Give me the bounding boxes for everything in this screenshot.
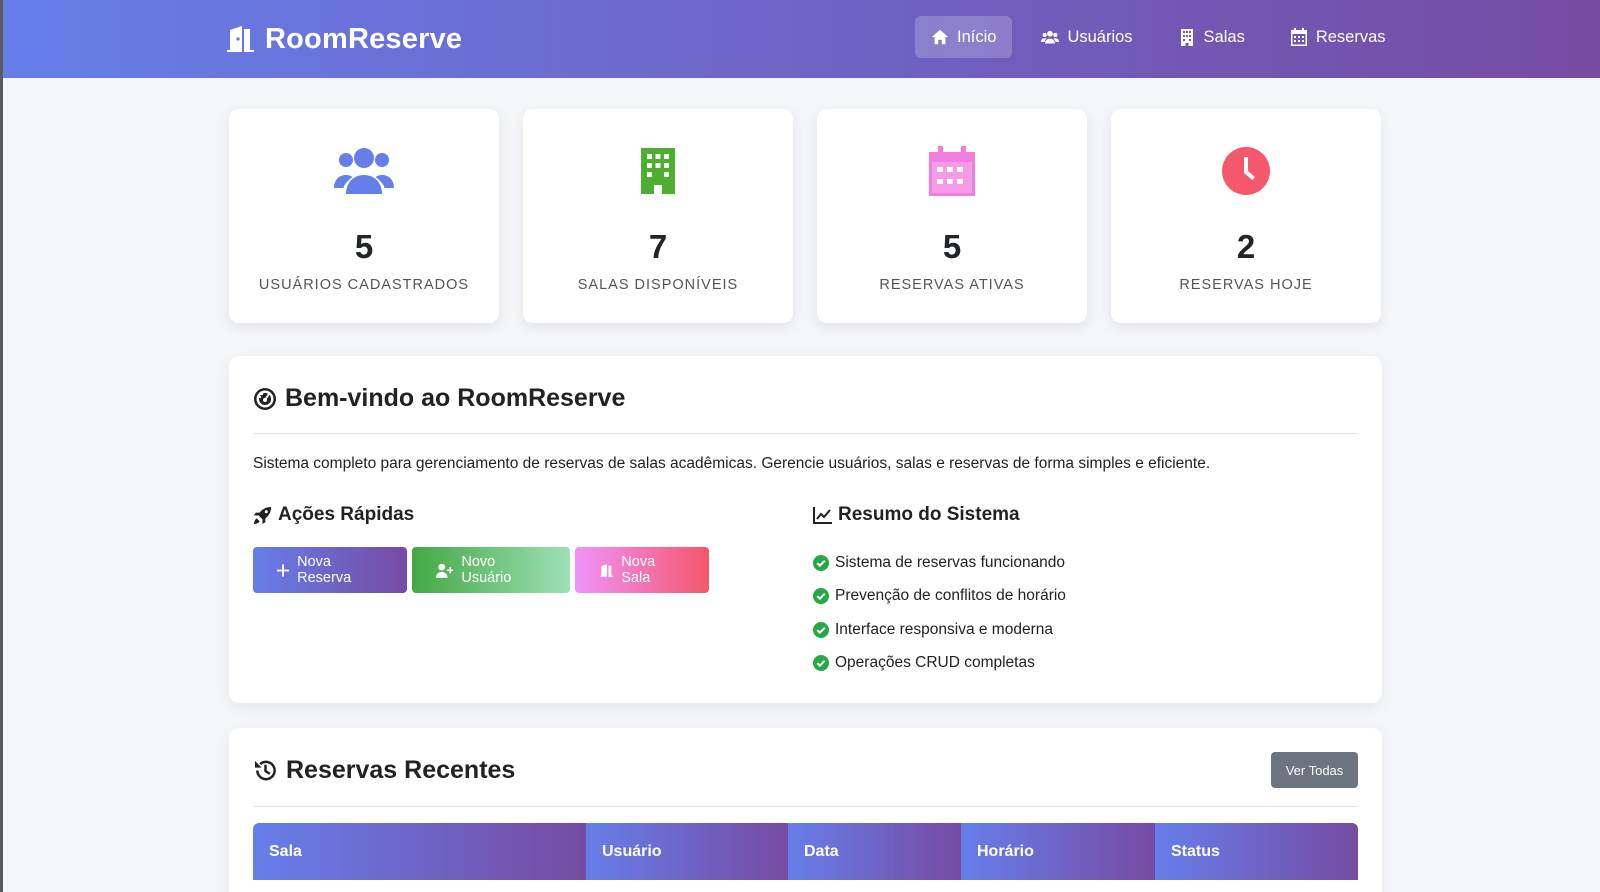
summary-item-text: Operações CRUD completas [835, 654, 1035, 672]
nav-salas-label: Salas [1203, 27, 1245, 46]
check-circle-icon [813, 588, 829, 605]
stat-label: Reservas Ativas [879, 277, 1025, 293]
users-icon [1041, 30, 1060, 44]
history-icon [254, 760, 276, 781]
building-icon [639, 145, 677, 197]
ver-todas-button[interactable]: Ver Todas [1271, 752, 1358, 788]
table-header: Sala Usuário Data Horário Status [253, 823, 1358, 880]
stats-row: 5 Usuários Cadastrados 7 Salas Disponíve… [229, 109, 1381, 323]
list-item: Operações CRUD completas [813, 647, 1066, 681]
summary-title-text: Resumo do Sistema [838, 504, 1020, 525]
column-header-data[interactable]: Data [788, 823, 961, 880]
calendar-icon [1290, 28, 1307, 46]
stat-label: Reservas Hoje [1179, 277, 1313, 293]
plus-icon [277, 563, 290, 577]
summary-item-text: Prevenção de conflitos de horário [835, 587, 1066, 605]
clock-icon [1221, 145, 1271, 197]
recent-reservations-card: Reservas Recentes Ver Todas Sala Usuário… [229, 728, 1382, 892]
recent-title: Reservas Recentes [253, 756, 515, 785]
nav-reservas-label: Reservas [1315, 27, 1386, 46]
nova-sala-label: Nova Sala [621, 554, 656, 586]
brand-name: RoomReserve [265, 22, 463, 55]
summary-title: Resumo do Sistema [813, 504, 1066, 526]
building-icon [1180, 29, 1193, 46]
divider [253, 433, 1358, 434]
nova-reserva-label: Nova Reserva [297, 554, 352, 586]
calendar-icon [929, 145, 975, 197]
welcome-card: Bem-vindo ao RoomReserve Sistema complet… [229, 356, 1382, 703]
list-item: Sistema de reservas funcionando [813, 546, 1066, 580]
quick-action-buttons: Nova Reserva Novo Usuário Nova Sala [253, 547, 709, 593]
summary-list: Sistema de reservas funcionando Prevençã… [813, 546, 1066, 680]
stat-label: Usuários Cadastrados [258, 277, 470, 293]
nav-usuarios-label: Usuários [1067, 27, 1133, 46]
nav-usuarios[interactable]: Usuários [1025, 16, 1148, 58]
welcome-title-text: Bem-vindo ao RoomReserve [285, 384, 626, 412]
welcome-description: Sistema completo para gerenciamento de r… [253, 455, 1211, 472]
column-header-status[interactable]: Status [1155, 823, 1358, 880]
recent-title-text: Reservas Recentes [286, 756, 516, 784]
stat-value: 7 [648, 228, 668, 265]
check-circle-icon [813, 554, 829, 571]
quick-actions-title-text: Ações Rápidas [278, 504, 415, 525]
stat-card-usuarios: 5 Usuários Cadastrados [229, 109, 499, 323]
nav-inicio[interactable]: Início [915, 16, 1013, 58]
door-icon [599, 563, 613, 577]
stat-card-reservas-hoje: 2 Reservas Hoje [1111, 109, 1381, 323]
novo-usuario-label: Novo Usuário [461, 554, 512, 586]
novo-usuario-button[interactable]: Novo Usuário [412, 547, 570, 593]
nova-sala-button[interactable]: Nova Sala [575, 547, 709, 593]
stat-card-reservas-ativas: 5 Reservas Ativas [817, 109, 1087, 323]
quick-actions: Ações Rápidas Nova Reserva Novo Usuário … [253, 504, 709, 593]
navbar: RoomReserve Início Usuários Salas Reserv… [3, 0, 1600, 78]
divider [253, 806, 1358, 807]
summary-item-text: Interface responsiva e moderna [835, 620, 1053, 638]
nova-reserva-button[interactable]: Nova Reserva [253, 547, 407, 593]
stat-value: 5 [942, 228, 962, 265]
home-icon [931, 29, 949, 45]
welcome-title: Bem-vindo ao RoomReserve [253, 384, 625, 413]
nav-inicio-label: Início [957, 27, 997, 46]
column-header-usuario[interactable]: Usuário [586, 823, 788, 880]
stat-value: 2 [1236, 228, 1256, 265]
door-open-icon [227, 26, 254, 52]
quick-actions-title: Ações Rápidas [253, 504, 709, 526]
check-circle-icon [813, 655, 829, 672]
users-icon [334, 145, 394, 197]
dashboard-icon [254, 387, 276, 410]
list-item: Prevenção de conflitos de horário [813, 580, 1066, 614]
stat-card-salas: 7 Salas Disponíveis [523, 109, 793, 323]
column-header-sala[interactable]: Sala [253, 823, 586, 880]
system-summary: Resumo do Sistema Sistema de reservas fu… [813, 504, 1066, 680]
nav-links: Início Usuários Salas Reservas [915, 16, 1407, 58]
user-plus-icon [436, 563, 454, 578]
stat-label: Salas Disponíveis [577, 277, 739, 293]
list-item: Interface responsiva e moderna [813, 613, 1066, 647]
brand-logo[interactable]: RoomReserve [225, 23, 462, 56]
column-header-horario[interactable]: Horário [961, 823, 1155, 880]
stat-value: 5 [354, 228, 374, 265]
rocket-icon [253, 506, 272, 524]
check-circle-icon [813, 621, 829, 638]
nav-reservas[interactable]: Reservas [1274, 16, 1402, 58]
summary-item-text: Sistema de reservas funcionando [835, 553, 1066, 571]
chart-line-icon [813, 506, 832, 524]
nav-salas[interactable]: Salas [1162, 16, 1261, 58]
